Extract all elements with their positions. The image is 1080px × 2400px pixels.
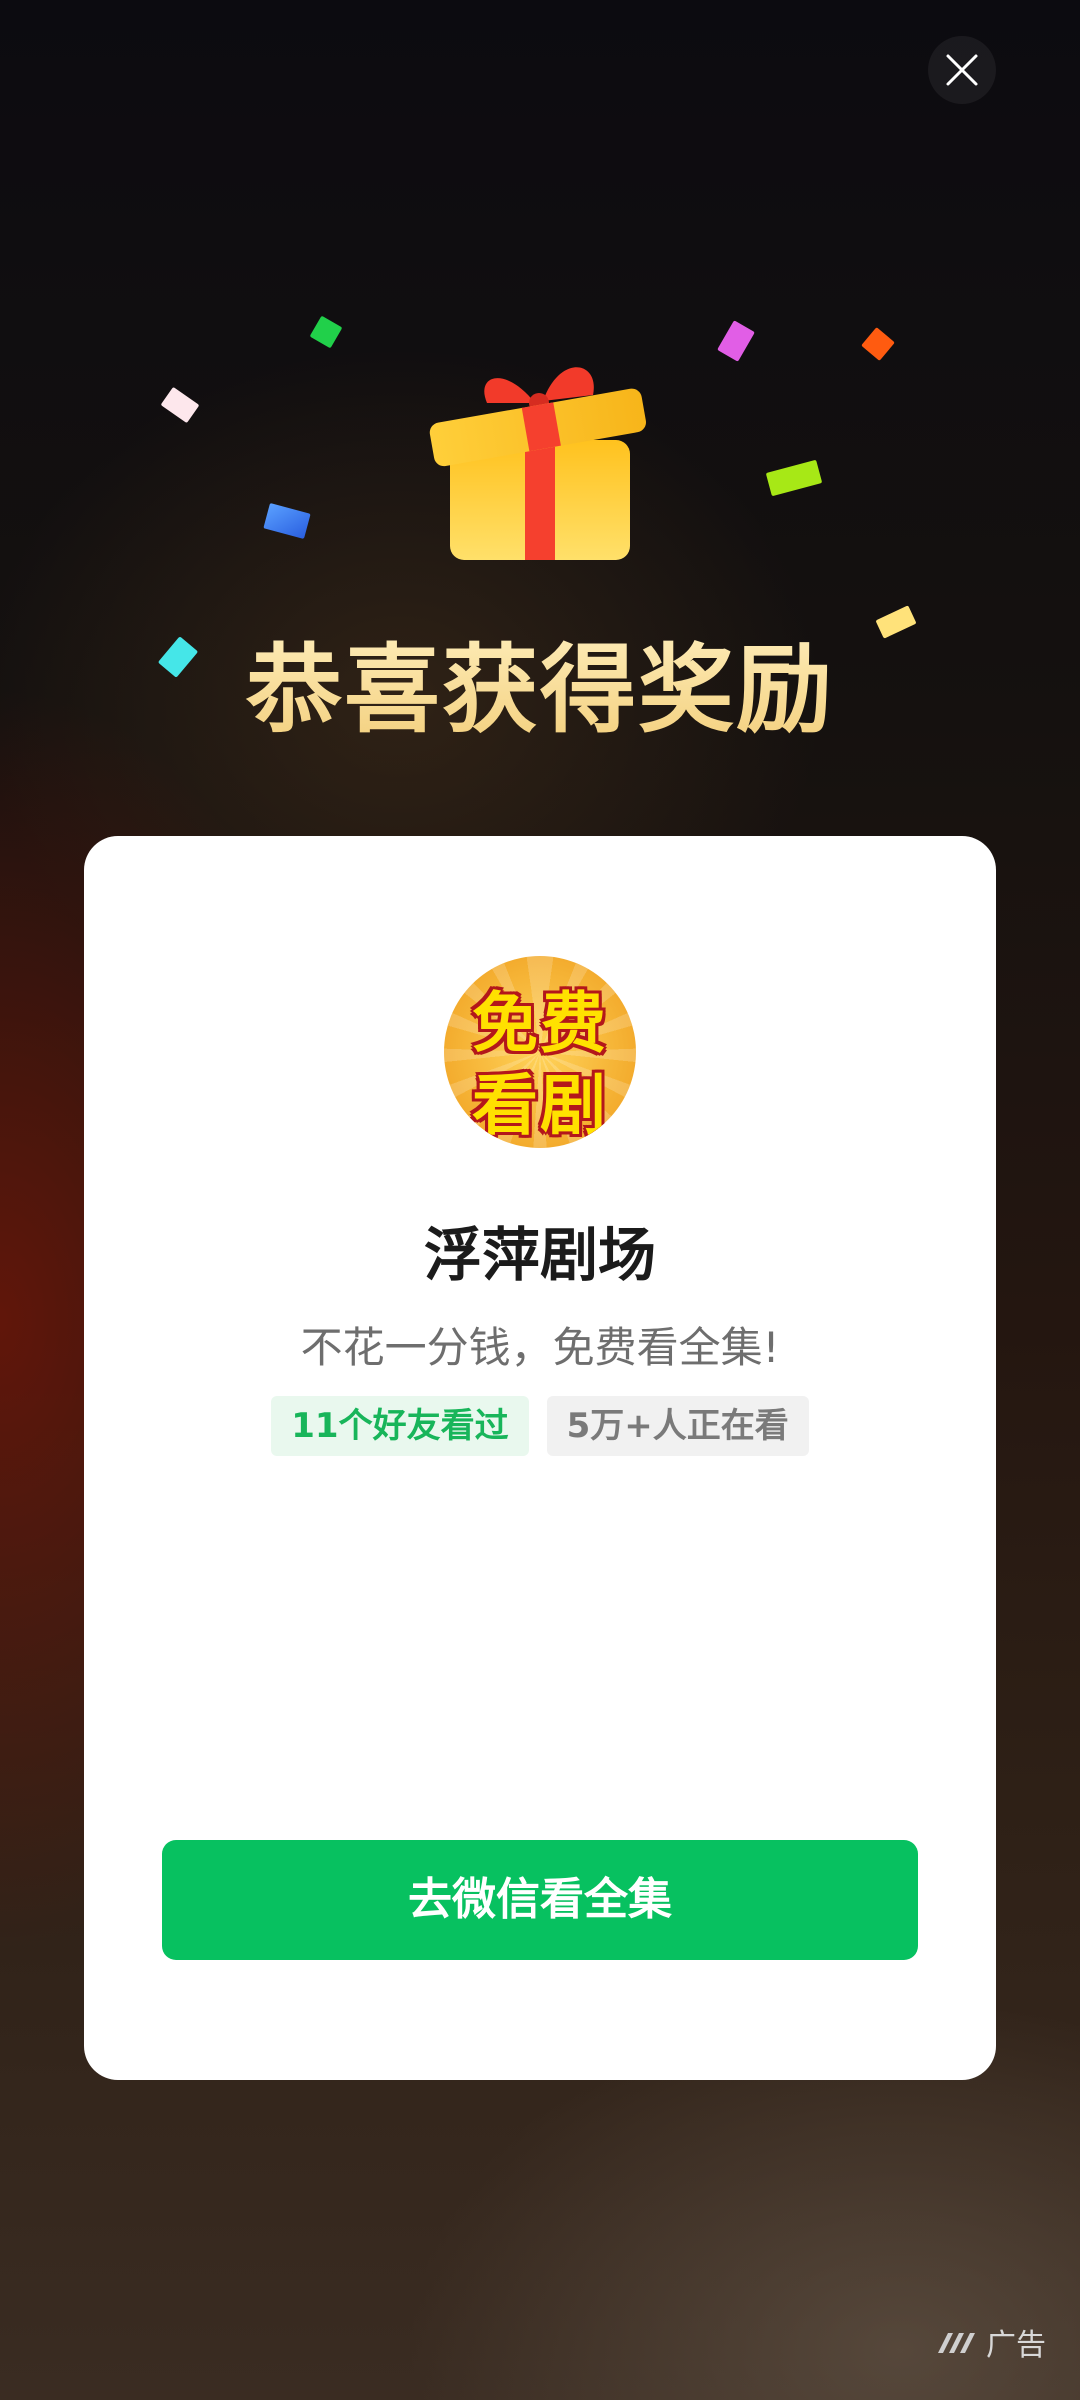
reward-title: 恭喜获得奖励: [0, 612, 1080, 751]
confetti-piece: [861, 327, 895, 361]
gift-box-icon: [429, 367, 646, 560]
ad-badge[interactable]: 广告: [936, 2322, 1046, 2363]
ad-brand-icon: [938, 2333, 975, 2353]
watch-on-wechat-button[interactable]: 去微信看全集: [162, 1840, 918, 1960]
confetti-piece: [160, 386, 200, 424]
tag-row: 11个好友看过 5万+人正在看: [84, 1396, 996, 1456]
confetti-piece: [717, 320, 755, 362]
confetti-piece: [263, 503, 311, 539]
app-description: 不花一分钱，免费看全集!: [300, 1323, 780, 1372]
confetti-piece: [309, 315, 343, 349]
viewers-count-badge: 5万+人正在看: [546, 1396, 809, 1456]
close-button[interactable]: [928, 36, 996, 104]
ad-label-text: 广告: [986, 2328, 1046, 2363]
app-name: 浮萍剧场: [423, 1221, 656, 1289]
app-logo-text-line: 看剧: [472, 1067, 608, 1144]
confetti-piece: [765, 459, 823, 497]
friends-watched-badge: 11个好友看过: [271, 1396, 529, 1456]
app-logo-icon: 免费 看剧: [444, 956, 636, 1148]
app-card: 免费 看剧 浮萍剧场 不花一分钱，免费看全集! 11个好友看过 5万+人正在看 …: [84, 836, 996, 2080]
reward-screen: 恭喜获得奖励 免费 看剧 浮萍剧场 不花一分钱，免费看全集! 11个好友看过 5…: [0, 0, 1080, 2400]
close-icon: [946, 54, 978, 86]
